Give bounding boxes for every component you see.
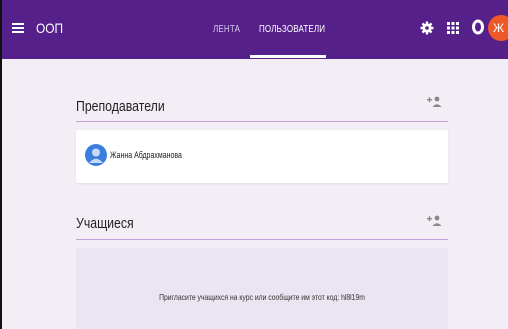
gear-icon[interactable] [420, 21, 434, 35]
ring-icon[interactable] [470, 19, 486, 35]
avatar[interactable]: Ж [488, 15, 508, 41]
teacher-name: Жанна Абдрахманова [110, 150, 182, 160]
app-bar: ООП ЛЕНТА ПОЛЬЗОВАТЕЛИ Ж [2, 0, 508, 59]
students-divider [76, 239, 448, 240]
active-tab-indicator [250, 55, 326, 58]
course-title[interactable]: ООП [36, 20, 63, 36]
students-empty-panel: Пригласите учащихся на курс или сообщите… [76, 248, 448, 329]
user-avatar-icon [85, 144, 107, 166]
teachers-heading: Преподаватели [76, 98, 165, 115]
menu-icon[interactable] [12, 22, 24, 34]
teachers-divider [76, 121, 448, 122]
invite-code-text: Пригласите учащихся на курс или сообщите… [159, 292, 365, 302]
teacher-row[interactable]: Жанна Абдрахманова [76, 130, 448, 183]
students-heading: Учащиеся [76, 215, 134, 232]
add-student-icon[interactable] [427, 215, 443, 227]
tab-feed[interactable]: ЛЕНТА [213, 24, 240, 35]
tab-users[interactable]: ПОЛЬЗОВАТЕЛИ [259, 24, 325, 35]
add-teacher-icon[interactable] [427, 96, 443, 108]
apps-grid-icon[interactable] [446, 21, 460, 35]
